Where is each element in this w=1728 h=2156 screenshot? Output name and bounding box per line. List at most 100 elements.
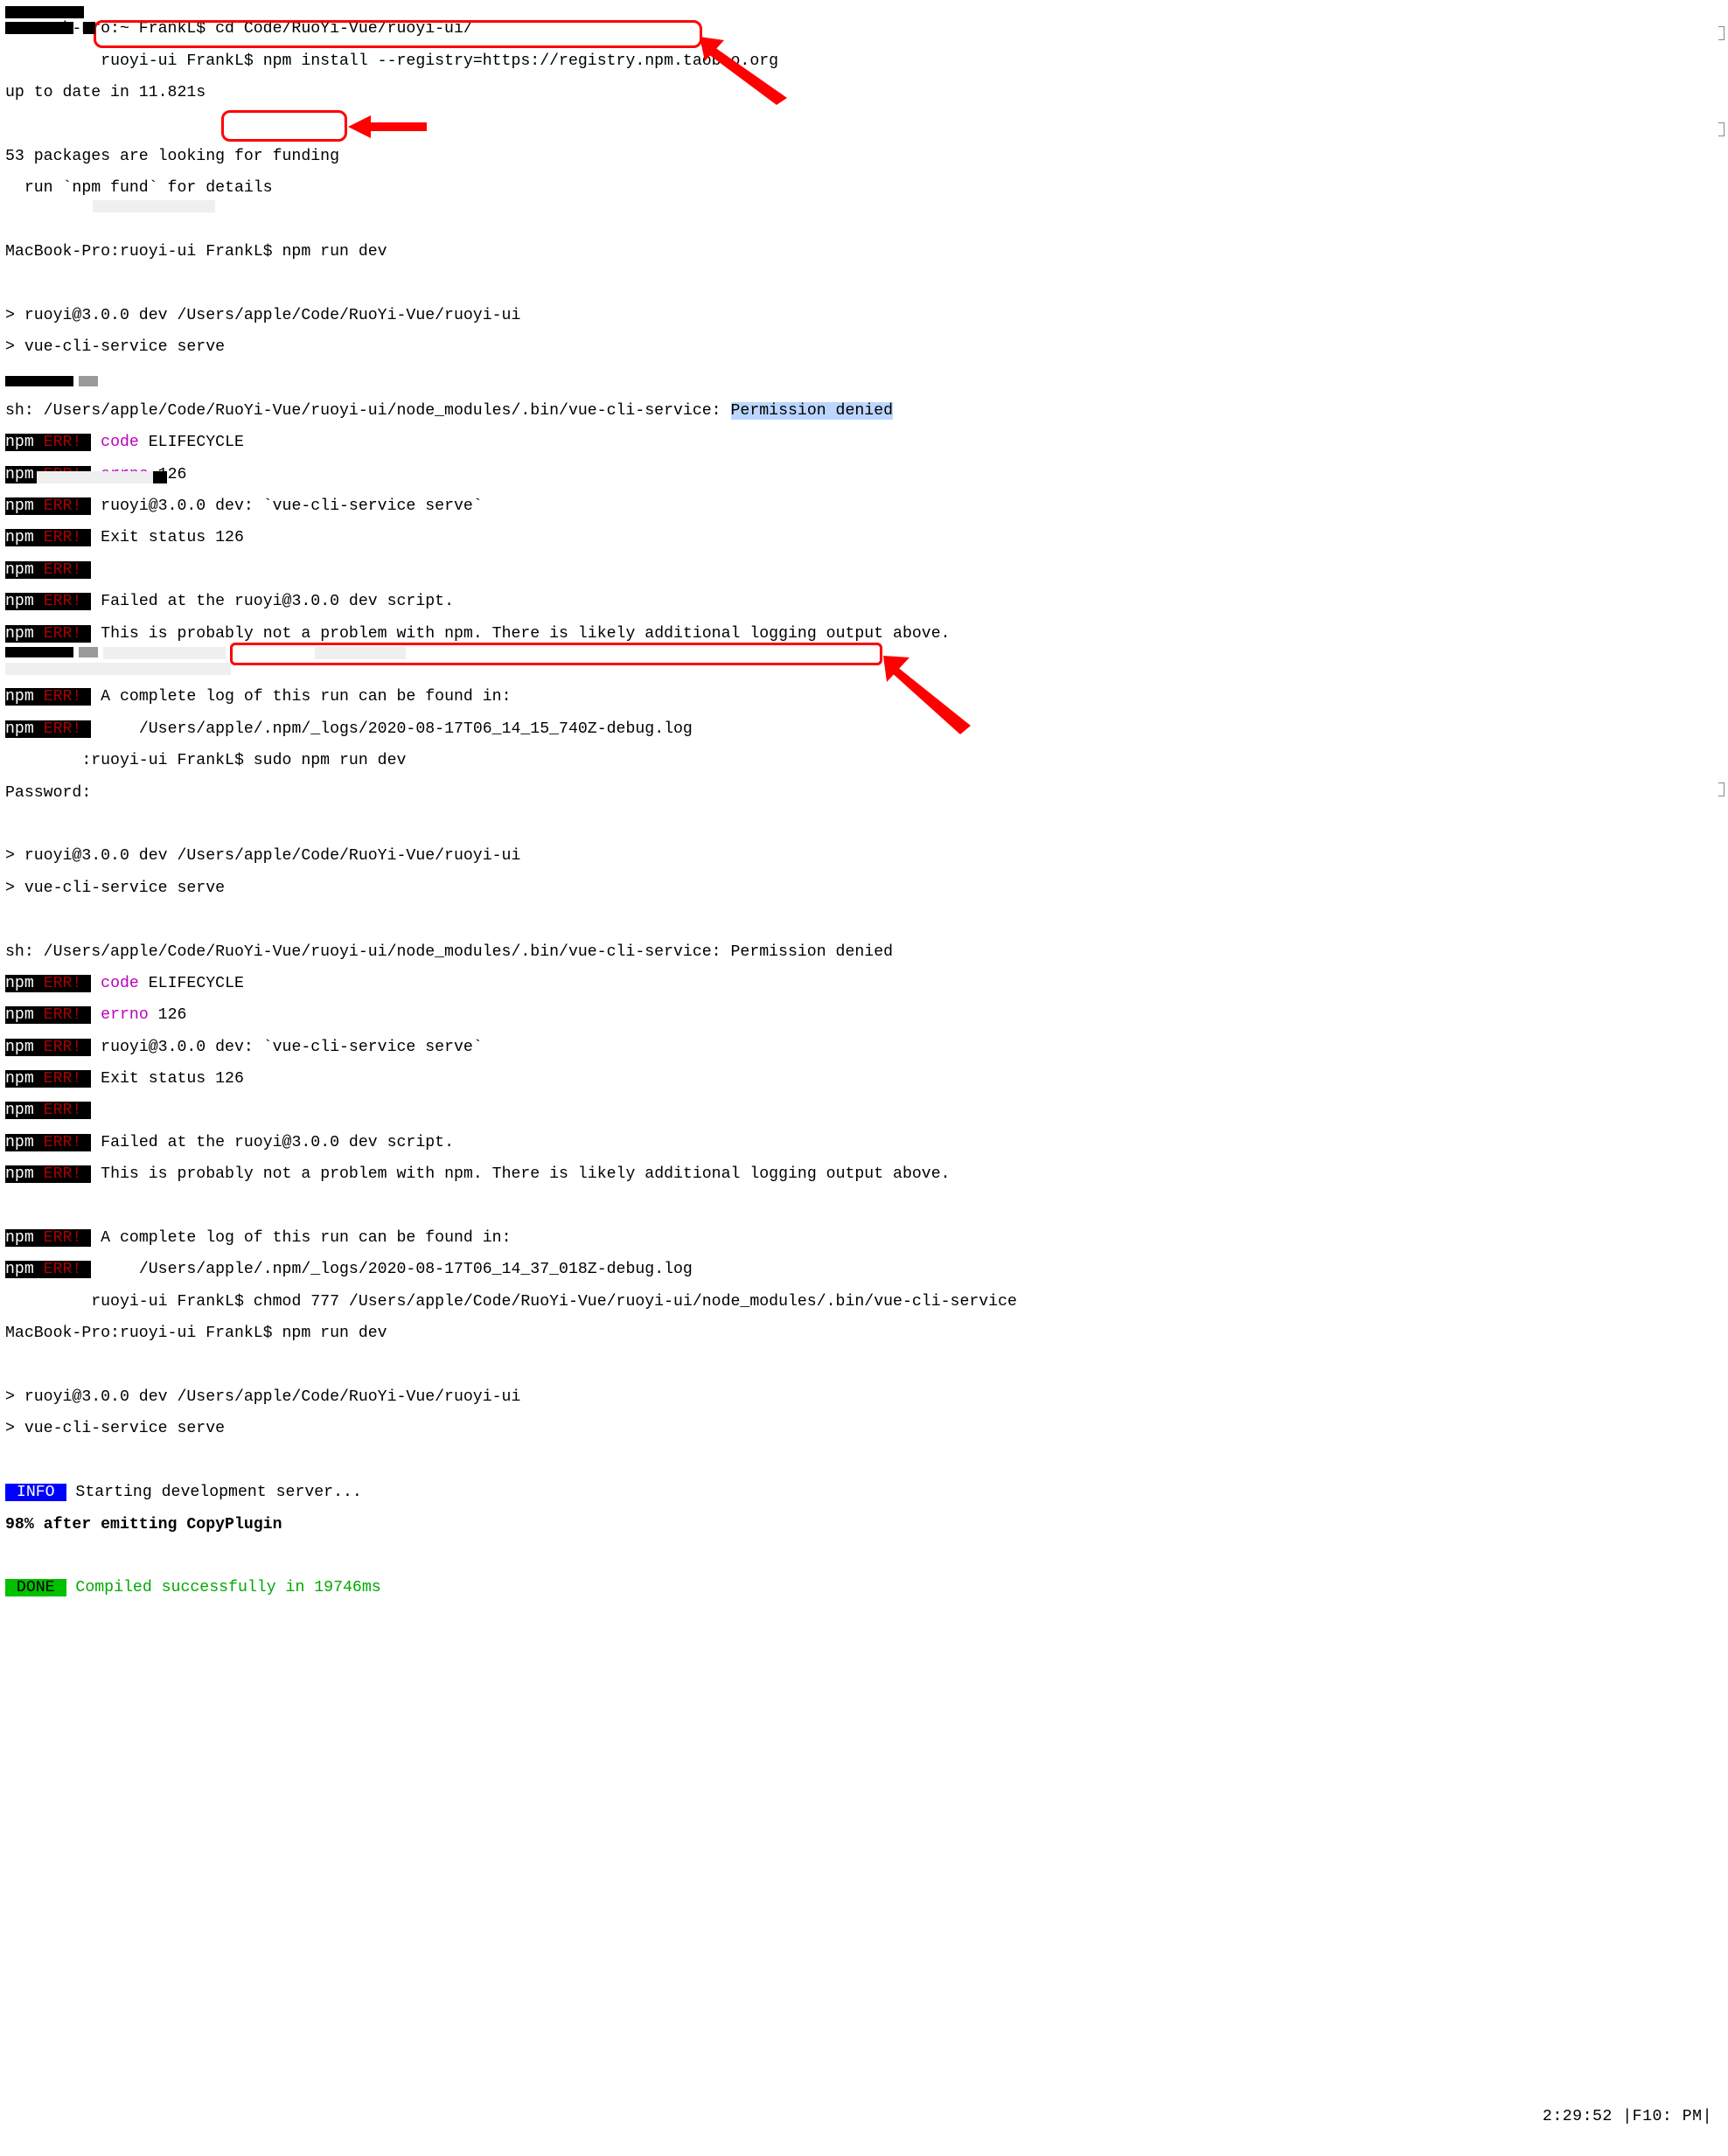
done-line: DONE Compiled successfully in 19746ms xyxy=(5,1580,1723,1596)
err-badge: ERR! xyxy=(34,466,92,483)
line xyxy=(5,1358,1723,1374)
line: Password: xyxy=(5,785,1723,801)
line: sh: /Users/apple/Code/RuoYi-Vue/ruoyi-ui… xyxy=(5,403,1723,419)
npm-badge: npm xyxy=(5,625,34,643)
npm-badge: npm xyxy=(5,688,34,706)
err-badge: ERR! xyxy=(34,529,92,546)
line: > vue-cli-service serve xyxy=(5,339,1723,355)
npm-badge: npm xyxy=(5,1006,34,1024)
err-badge: ERR! xyxy=(34,688,92,706)
err-badge: ERR! xyxy=(34,1070,92,1088)
err-badge: ERR! xyxy=(34,1229,92,1247)
npm-err-line: npm ERR! ruoyi@3.0.0 dev: `vue-cli-servi… xyxy=(5,498,1723,514)
line: sh: /Users/apple/Code/RuoYi-Vue/ruoyi-ui… xyxy=(5,944,1723,960)
npm-err-line: npm ERR! /Users/apple/.npm/_logs/2020-08… xyxy=(5,1262,1723,1277)
line: :ruoyi-ui FrankL$ sudo npm run dev xyxy=(5,753,1723,769)
npm-badge: npm xyxy=(5,1039,34,1056)
err-badge: ERR! xyxy=(34,1006,92,1024)
right-bracket-icon xyxy=(1718,782,1725,796)
redaction-block xyxy=(93,200,215,212)
npm-err-line: npm ERR! ruoyi@3.0.0 dev: `vue-cli-servi… xyxy=(5,1040,1723,1055)
terminal-output: MacBook-Pro:~ FrankL$ cd Code/RuoYi-Vue/… xyxy=(0,0,1728,2156)
line: 53 packages are looking for funding xyxy=(5,149,1723,164)
err-badge: ERR! xyxy=(34,1039,92,1056)
line: > ruoyi@3.0.0 dev /Users/apple/Code/RuoY… xyxy=(5,308,1723,323)
line xyxy=(5,116,1723,132)
npm-err-line: npm ERR! errno 126 xyxy=(5,1007,1723,1023)
err-badge: ERR! xyxy=(34,1261,92,1278)
done-badge: DONE xyxy=(5,1579,66,1596)
npm-err-line: npm ERR! errno 126 xyxy=(5,467,1723,483)
redaction-block xyxy=(79,647,98,657)
npm-err-line: npm ERR! Exit status 126 xyxy=(5,1071,1723,1087)
line: > vue-cli-service serve xyxy=(5,880,1723,896)
err-badge: ERR! xyxy=(34,1165,92,1183)
annotation-arrow-icon xyxy=(348,114,427,140)
npm-err-line: npm ERR! A complete log of this run can … xyxy=(5,689,1723,705)
npm-err-line: npm ERR! A complete log of this run can … xyxy=(5,1230,1723,1246)
npm-err-line: npm ERR! Failed at the ruoyi@3.0.0 dev s… xyxy=(5,594,1723,609)
line xyxy=(5,912,1723,928)
err-badge: ERR! xyxy=(34,497,92,515)
npm-badge: npm xyxy=(5,1229,34,1247)
right-bracket-icon xyxy=(1718,26,1725,40)
npm-err-line: npm ERR! Failed at the ruoyi@3.0.0 dev s… xyxy=(5,1135,1723,1151)
line: > ruoyi@3.0.0 dev /Users/apple/Code/RuoY… xyxy=(5,1389,1723,1405)
line xyxy=(5,817,1723,832)
line xyxy=(5,372,1723,387)
line: run `npm fund` for details xyxy=(5,180,1723,196)
npm-badge: npm xyxy=(5,529,34,546)
annotation-arrow-icon xyxy=(883,656,971,734)
line xyxy=(5,1548,1723,1564)
info-badge: INFO xyxy=(5,1484,66,1501)
npm-badge: npm xyxy=(5,497,34,515)
npm-badge: npm xyxy=(5,1102,34,1119)
permission-denied-highlight: Permission denied xyxy=(731,402,894,420)
redaction-block xyxy=(5,647,73,657)
right-bracket-icon xyxy=(1718,122,1725,136)
line: > vue-cli-service serve xyxy=(5,1421,1723,1436)
clock-display: 2:29:52 |F10: PM| xyxy=(1502,2093,1712,2141)
line: MacBook-Pro:ruoyi-ui FrankL$ npm run dev xyxy=(5,244,1723,260)
npm-err-line: npm ERR! This is probably not a problem … xyxy=(5,626,1723,642)
err-badge: ERR! xyxy=(34,593,92,610)
err-badge: ERR! xyxy=(34,720,92,738)
line xyxy=(5,212,1723,228)
progress-line: 98% after emitting CopyPlugin xyxy=(5,1517,1723,1533)
line xyxy=(5,275,1723,291)
npm-badge: npm xyxy=(5,561,34,579)
npm-err-line: npm ERR! xyxy=(5,562,1723,578)
line: ruoyi-ui FrankL$ npm install --registry=… xyxy=(5,53,1723,69)
line: up to date in 11.821s xyxy=(5,85,1723,101)
npm-badge: npm xyxy=(5,434,34,451)
err-badge: ERR! xyxy=(34,975,92,992)
npm-badge: npm xyxy=(5,1261,34,1278)
npm-badge: npm xyxy=(5,466,34,483)
line xyxy=(5,657,1723,673)
npm-err-line: npm ERR! xyxy=(5,1102,1723,1118)
info-line: INFO Starting development server... xyxy=(5,1485,1723,1500)
npm-err-line: npm ERR! This is probably not a problem … xyxy=(5,1166,1723,1182)
line: MacBook-Pro:~ FrankL$ cd Code/RuoYi-Vue/… xyxy=(5,21,1723,37)
npm-err-line: npm ERR! Exit status 126 xyxy=(5,530,1723,546)
npm-err-line: npm ERR! code ELIFECYCLE xyxy=(5,976,1723,991)
err-badge: ERR! xyxy=(34,434,92,451)
line: > ruoyi@3.0.0 dev /Users/apple/Code/RuoY… xyxy=(5,848,1723,864)
line: MacBook-Pro:ruoyi-ui FrankL$ npm run dev xyxy=(5,1325,1723,1341)
annotation-arrow-icon xyxy=(700,37,787,107)
npm-err-line: npm ERR! code ELIFECYCLE xyxy=(5,435,1723,450)
err-badge: ERR! xyxy=(34,561,92,579)
npm-badge: npm xyxy=(5,975,34,992)
npm-badge: npm xyxy=(5,1165,34,1183)
line: ruoyi-ui FrankL$ chmod 777 /Users/apple/… xyxy=(5,1294,1723,1310)
npm-badge: npm xyxy=(5,1070,34,1088)
err-badge: ERR! xyxy=(34,1102,92,1119)
err-badge: ERR! xyxy=(34,1134,92,1151)
err-badge: ERR! xyxy=(34,625,92,643)
line xyxy=(5,1199,1723,1214)
npm-err-line: npm ERR! /Users/apple/.npm/_logs/2020-08… xyxy=(5,721,1723,737)
npm-badge: npm xyxy=(5,593,34,610)
line xyxy=(5,1453,1723,1469)
npm-badge: npm xyxy=(5,1134,34,1151)
redaction-block xyxy=(5,6,84,18)
